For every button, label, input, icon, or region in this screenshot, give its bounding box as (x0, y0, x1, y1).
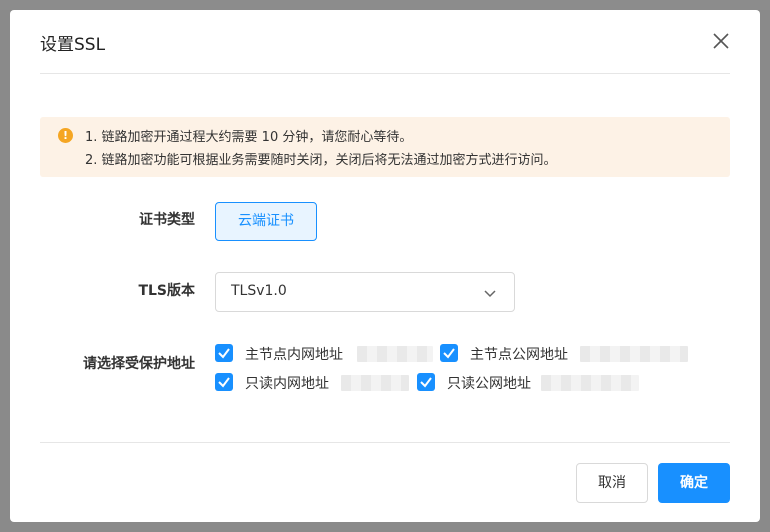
checkbox-label: 只读公网地址 (447, 376, 531, 392)
chevron-down-icon (482, 285, 498, 301)
checkbox-label: 主节点公网地址 (470, 347, 568, 363)
checkbox-label: 只读内网地址 (245, 376, 329, 392)
checkbox-readonly-public[interactable]: 只读公网地址 (417, 371, 642, 393)
checkbox-primary-private[interactable]: 主节点内网地址 (215, 342, 435, 364)
checkbox-readonly-private[interactable]: 只读内网地址 (215, 371, 415, 393)
cancel-button[interactable]: 取消 (576, 463, 648, 503)
tls-version-value: TLSv1.0 (231, 283, 287, 299)
warning-icon: ! (58, 128, 73, 143)
tls-version-select[interactable]: TLSv1.0 (215, 272, 515, 312)
checkbox-primary-public[interactable]: 主节点公网地址 (440, 342, 690, 364)
header-divider (40, 73, 730, 74)
cert-type-label: 证书类型 (139, 212, 195, 228)
redacted-address (580, 346, 688, 362)
close-icon[interactable] (710, 30, 732, 52)
backdrop (0, 0, 770, 10)
checkbox-checked-icon[interactable] (440, 344, 458, 362)
tls-version-label: TLS版本 (138, 283, 195, 299)
redacted-address (541, 375, 639, 391)
redacted-address (357, 346, 433, 362)
notice-line-2: 2. 链路加密功能可根据业务需要随时关闭，关闭后将无法通过加密方式进行访问。 (85, 153, 557, 168)
footer-divider (40, 442, 730, 443)
protected-address-label: 请选择受保护地址 (83, 356, 195, 372)
dialog-title: 设置SSL (40, 35, 106, 55)
checkbox-checked-icon[interactable] (215, 344, 233, 362)
ssl-settings-dialog: 设置SSL ! 1. 链路加密开通过程大约需要 10 分钟，请您耐心等待。 2.… (10, 10, 760, 522)
checkbox-label: 主节点内网地址 (245, 347, 343, 363)
checkbox-checked-icon[interactable] (215, 373, 233, 391)
checkbox-checked-icon[interactable] (417, 373, 435, 391)
cloud-cert-button[interactable]: 云端证书 (215, 202, 317, 241)
confirm-button[interactable]: 确定 (658, 463, 730, 503)
notice-banner: ! 1. 链路加密开通过程大约需要 10 分钟，请您耐心等待。 2. 链路加密功… (40, 117, 730, 177)
redacted-address (341, 375, 409, 391)
notice-line-1: 1. 链路加密开通过程大约需要 10 分钟，请您耐心等待。 (85, 130, 413, 145)
